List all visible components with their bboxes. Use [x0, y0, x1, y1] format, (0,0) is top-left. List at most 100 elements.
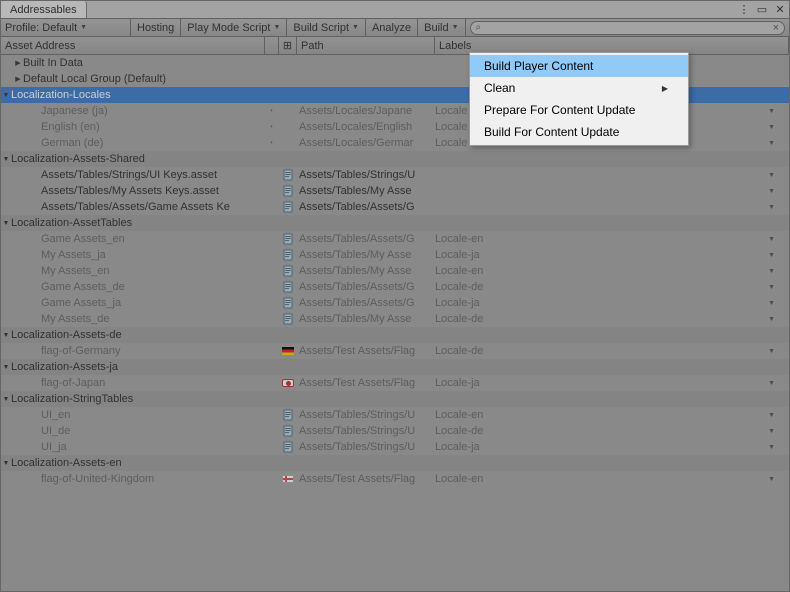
tab-bar: Addressables ⋮ ▭ ✕ [1, 1, 789, 19]
label-dropdown[interactable]: Locale-en▼ [435, 265, 789, 277]
menu-item[interactable]: Prepare For Content Update [470, 99, 688, 121]
foldout-icon[interactable]: ▶ [13, 59, 23, 67]
play-mode-script-dropdown[interactable]: Play Mode Script [180, 19, 287, 36]
foldout-icon[interactable]: ▼ [1, 396, 11, 403]
clear-search-icon[interactable]: × [773, 22, 779, 34]
tree-item[interactable]: UI_deAssets/Tables/Strings/ULocale-de▼ [1, 423, 789, 439]
tree-item[interactable]: Assets/Tables/Assets/Game Assets KeAsset… [1, 199, 789, 215]
asset-path: Assets/Tables/My Asse [297, 313, 435, 325]
lock-icon: ◐ [265, 124, 279, 130]
chevron-down-icon: ▼ [768, 236, 775, 243]
hosting-button[interactable]: Hosting [130, 19, 181, 36]
menu-item[interactable]: Build For Content Update [470, 121, 688, 143]
foldout-icon[interactable]: ▼ [1, 156, 11, 163]
chevron-down-icon: ▼ [768, 188, 775, 195]
tree-item[interactable]: Assets/Tables/My Assets Keys.assetAssets… [1, 183, 789, 199]
tree-item[interactable]: flag-of-JapanAssets/Test Assets/FlagLoca… [1, 375, 789, 391]
chevron-down-icon: ▼ [768, 316, 775, 323]
asset-path: Assets/Tables/Assets/G [297, 201, 435, 213]
tree-group[interactable]: ▼Localization-Assets-Shared [1, 151, 789, 167]
foldout-icon[interactable]: ▼ [1, 460, 11, 467]
chevron-down-icon: ▼ [768, 380, 775, 387]
asset-path: Assets/Locales/English [297, 121, 435, 133]
asset-icon [282, 265, 294, 277]
tree-group[interactable]: ▼Localization-StringTables [1, 391, 789, 407]
label-dropdown[interactable]: ▼ [435, 172, 789, 179]
asset-path: Assets/Tables/Strings/U [297, 169, 435, 181]
label-dropdown[interactable]: Locale-de▼ [435, 313, 789, 325]
lock-icon: ◐ [265, 108, 279, 114]
label-dropdown[interactable]: Locale-en▼ [435, 473, 789, 485]
label-dropdown[interactable]: Locale-de▼ [435, 345, 789, 357]
chevron-down-icon: ▼ [768, 476, 775, 483]
profile-dropdown[interactable]: Profile: Default [1, 19, 131, 36]
asset-path: Assets/Tables/Assets/G [297, 297, 435, 309]
label-dropdown[interactable]: Locale-de▼ [435, 281, 789, 293]
build-dropdown-menu: Build Player ContentClean▶Prepare For Co… [469, 52, 689, 146]
asset-path: Assets/Tables/Strings/U [297, 425, 435, 437]
column-asset-address[interactable]: Asset Address [1, 37, 265, 54]
asset-path: Assets/Tables/My Asse [297, 185, 435, 197]
foldout-icon[interactable]: ▼ [1, 92, 11, 99]
tree-item[interactable]: Game Assets_enAssets/Tables/Assets/GLoca… [1, 231, 789, 247]
column-icon[interactable]: ⊞ [279, 37, 297, 54]
build-dropdown[interactable]: Build [417, 19, 465, 36]
tab-addressables[interactable]: Addressables [1, 1, 87, 18]
asset-icon [282, 233, 294, 245]
chevron-down-icon: ▼ [768, 268, 775, 275]
build-script-dropdown[interactable]: Build Script [286, 19, 366, 36]
tree-item[interactable]: My Assets_deAssets/Tables/My AsseLocale-… [1, 311, 789, 327]
context-menu-icon[interactable]: ⋮ [735, 1, 753, 18]
tree-group[interactable]: ▼Localization-Assets-ja [1, 359, 789, 375]
label-dropdown[interactable]: Locale-ja▼ [435, 297, 789, 309]
tree-item[interactable]: flag-of-United-KingdomAssets/Test Assets… [1, 471, 789, 487]
tree-item[interactable]: flag-of-GermanyAssets/Test Assets/FlagLo… [1, 343, 789, 359]
tree-item[interactable]: UI_enAssets/Tables/Strings/ULocale-en▼ [1, 407, 789, 423]
label-dropdown[interactable]: Locale-en▼ [435, 409, 789, 421]
label-dropdown[interactable]: ▼ [435, 204, 789, 211]
tree-item[interactable]: Assets/Tables/Strings/UI Keys.assetAsset… [1, 167, 789, 183]
menu-item[interactable]: Build Player Content [470, 55, 688, 77]
label-dropdown[interactable]: Locale-ja▼ [435, 377, 789, 389]
chevron-down-icon: ▼ [768, 444, 775, 451]
tree-item[interactable]: UI_jaAssets/Tables/Strings/ULocale-ja▼ [1, 439, 789, 455]
label-dropdown[interactable]: Locale-en▼ [435, 233, 789, 245]
tree-item[interactable]: Game Assets_deAssets/Tables/Assets/GLoca… [1, 279, 789, 295]
tree-group[interactable]: ▼Localization-Assets-de [1, 327, 789, 343]
foldout-icon[interactable]: ▶ [13, 75, 23, 83]
analyze-button[interactable]: Analyze [365, 19, 418, 36]
chevron-down-icon: ▼ [768, 204, 775, 211]
asset-path: Assets/Test Assets/Flag [297, 377, 435, 389]
asset-path: Assets/Test Assets/Flag [297, 473, 435, 485]
foldout-icon[interactable]: ▼ [1, 332, 11, 339]
dock-icon[interactable]: ▭ [753, 1, 771, 18]
tree-item[interactable]: Game Assets_jaAssets/Tables/Assets/GLoca… [1, 295, 789, 311]
tree-group[interactable]: ▼Localization-AssetTables [1, 215, 789, 231]
tree-item[interactable]: My Assets_jaAssets/Tables/My AsseLocale-… [1, 247, 789, 263]
asset-path: Assets/Tables/Assets/G [297, 233, 435, 245]
asset-icon [282, 441, 294, 453]
chevron-down-icon: ▼ [768, 108, 775, 115]
chevron-down-icon: ▼ [768, 172, 775, 179]
flag-japan-icon [282, 379, 294, 387]
asset-path: Assets/Tables/My Asse [297, 265, 435, 277]
chevron-down-icon: ▼ [768, 348, 775, 355]
foldout-icon[interactable]: ▼ [1, 364, 11, 371]
search-input[interactable]: ⌕ × [470, 21, 785, 35]
label-dropdown[interactable]: Locale-ja▼ [435, 249, 789, 261]
column-lock[interactable] [265, 37, 279, 54]
toolbar: Profile: Default Hosting Play Mode Scrip… [1, 19, 789, 37]
label-dropdown[interactable]: Locale-de▼ [435, 425, 789, 437]
tree-group[interactable]: ▼Localization-Assets-en [1, 455, 789, 471]
menu-item[interactable]: Clean▶ [470, 77, 688, 99]
foldout-icon[interactable]: ▼ [1, 220, 11, 227]
asset-icon [282, 313, 294, 325]
column-path[interactable]: Path [297, 37, 435, 54]
label-dropdown[interactable]: Locale-ja▼ [435, 441, 789, 453]
tree-item[interactable]: My Assets_enAssets/Tables/My AsseLocale-… [1, 263, 789, 279]
asset-path: Assets/Tables/My Asse [297, 249, 435, 261]
label-dropdown[interactable]: ▼ [435, 188, 789, 195]
flag-uk-icon [282, 475, 294, 483]
chevron-down-icon: ▼ [768, 428, 775, 435]
close-icon[interactable]: ✕ [771, 1, 789, 18]
